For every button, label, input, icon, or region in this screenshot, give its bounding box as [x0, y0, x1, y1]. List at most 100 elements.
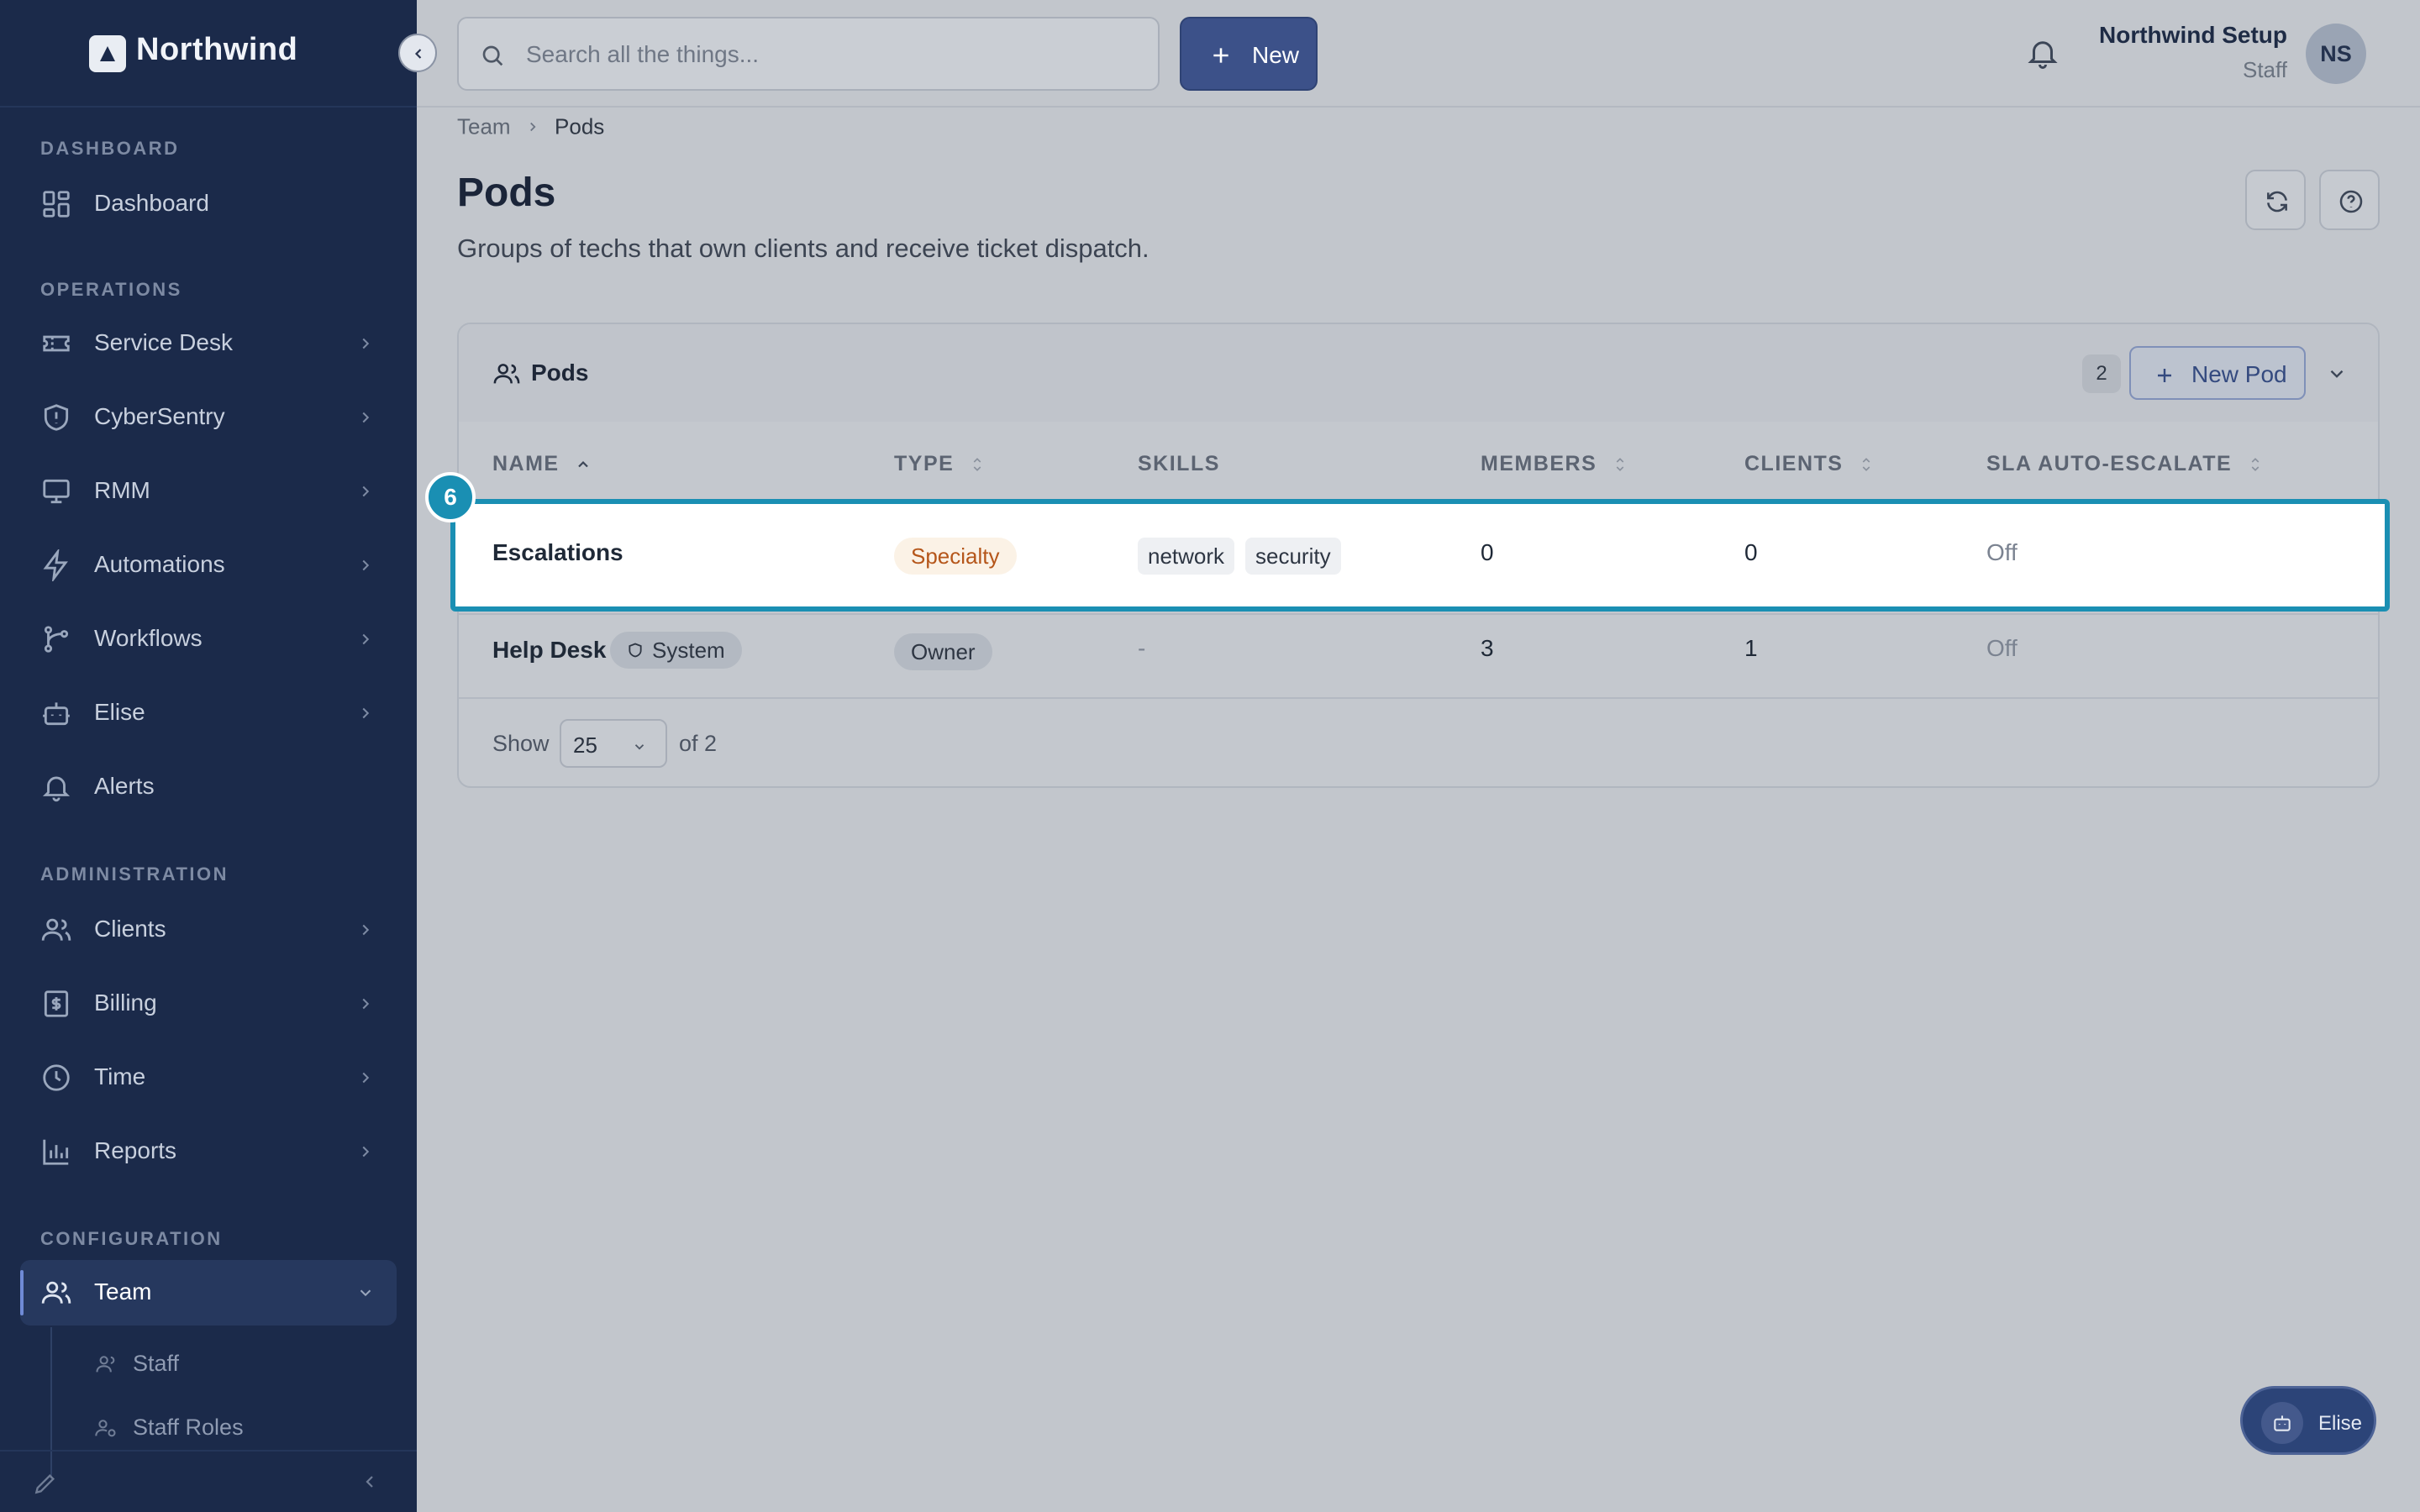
chevron-right-icon	[362, 633, 370, 645]
sort-icon	[1862, 458, 1870, 472]
bot-icon	[2274, 1415, 2291, 1431]
skill-tag: network	[1138, 538, 1235, 575]
new-pod-label: New Pod	[2191, 361, 2287, 387]
sidebar-item-time[interactable]: Time	[20, 1045, 397, 1110]
chevron-down-icon	[634, 744, 644, 750]
brand-logo-icon	[89, 35, 126, 72]
clock-icon	[43, 1064, 70, 1091]
chevron-down-icon[interactable]	[2326, 363, 2348, 385]
column-header-skills: SKILLS	[1138, 452, 1220, 476]
step-badge: 6	[425, 472, 476, 522]
column-header-label: NAME	[492, 452, 560, 475]
receipt-icon	[44, 990, 69, 1017]
help-button[interactable]	[2319, 170, 2380, 230]
sidebar-item-label: Dashboard	[94, 190, 209, 216]
breadcrumb-current: Pods	[555, 113, 605, 139]
elise-label: Elise	[2318, 1412, 2363, 1435]
chevron-right-icon	[529, 122, 536, 132]
skills-empty: -	[1138, 635, 1146, 661]
breadcrumb-link-team[interactable]: Team	[457, 114, 511, 139]
sidebar-collapse-button[interactable]	[398, 34, 437, 72]
sidebar-item-alerts[interactable]: Alerts	[20, 754, 397, 820]
chevron-right-icon	[362, 412, 370, 423]
sidebar-item-label: Service Desk	[94, 329, 233, 355]
chevron-right-icon	[362, 924, 370, 936]
sidebar-item-service-desk[interactable]: Service Desk	[20, 311, 397, 376]
pod-name[interactable]: Escalations	[492, 539, 623, 566]
pencil-icon[interactable]	[32, 1470, 59, 1497]
sidebar-subitem-label: Staff	[133, 1351, 180, 1376]
column-header-label: SKILLS	[1138, 452, 1220, 475]
monitor-icon	[43, 479, 70, 504]
pagination-total: of 2	[679, 731, 718, 756]
users-icon	[41, 1281, 71, 1304]
user-gear-icon	[95, 1420, 116, 1437]
users-icon	[41, 918, 71, 941]
column-header-clients[interactable]: CLIENTS	[1744, 452, 1874, 476]
members-count: 3	[1481, 635, 1494, 661]
page-size-label: Show	[492, 731, 550, 756]
chevron-right-icon	[362, 998, 370, 1010]
chevron-left-icon[interactable]	[360, 1472, 380, 1492]
sidebar-item-label: Clients	[94, 916, 166, 942]
sidebar-item-label: Elise	[94, 699, 145, 725]
sidebar: Northwind DASHBOARD Dashboard OPERATIONS…	[0, 0, 417, 1512]
column-header-type[interactable]: TYPE	[894, 452, 985, 476]
sidebar-item-label: Team	[94, 1278, 152, 1305]
user-name: Northwind Setup	[2099, 22, 2287, 48]
row-divider	[459, 697, 2378, 699]
chevron-right-icon	[362, 559, 370, 571]
help-circle-icon	[2339, 190, 2363, 213]
sla-auto-escalate-value: Off	[1986, 539, 2018, 565]
column-header-sla-auto-escalate[interactable]: SLA AUTO-ESCALATE	[1986, 452, 2263, 476]
sidebar-item-label: Reports	[94, 1137, 177, 1163]
sidebar-item-cybersentry[interactable]: CyberSentry	[20, 385, 397, 450]
skill-tag: security	[1245, 538, 1341, 575]
sidebar-item-workflows[interactable]: Workflows	[20, 606, 397, 672]
sidebar-item-label: Alerts	[94, 773, 155, 799]
sort-icon	[2251, 458, 2259, 472]
section-label-configuration: CONFIGURATION	[40, 1228, 223, 1249]
search-box[interactable]	[457, 17, 1160, 91]
sidebar-item-label: Automations	[94, 551, 225, 577]
bell-icon	[42, 776, 71, 802]
sidebar-item-billing[interactable]: Billing	[20, 971, 397, 1037]
sort-ascending-icon	[578, 461, 588, 468]
sidebar-item-elise[interactable]: Elise	[20, 680, 397, 746]
sidebar-item-label: Billing	[94, 990, 157, 1016]
shield-icon	[44, 404, 69, 431]
sidebar-item-dashboard[interactable]: Dashboard	[20, 171, 397, 237]
sidebar-item-clients[interactable]: Clients	[20, 897, 397, 963]
pods-card: Pods 2 New Pod NAME TYPE SKILLS MEMBERS …	[425, 323, 2390, 788]
system-badge: System	[610, 632, 742, 669]
sidebar-item-automations[interactable]: Automations	[20, 533, 397, 598]
notifications-bell-icon[interactable]	[2025, 35, 2060, 71]
search-input[interactable]	[526, 34, 1131, 76]
plus-icon	[2158, 369, 2171, 382]
new-button-label: New	[1252, 42, 1300, 68]
pod-name[interactable]: Help Desk	[492, 637, 606, 664]
sidebar-item-rmm[interactable]: RMM	[20, 459, 397, 524]
page-size-select[interactable]: 25	[560, 719, 667, 768]
dashboard-icon	[43, 191, 70, 218]
search-icon	[482, 45, 503, 66]
page-subtitle: Groups of techs that own clients and rec…	[457, 234, 1150, 263]
new-button[interactable]: New	[1180, 17, 1318, 91]
bar-chart-icon	[43, 1139, 69, 1165]
refresh-button[interactable]	[2245, 170, 2306, 230]
column-header-members[interactable]: MEMBERS	[1481, 452, 1628, 476]
column-header-name[interactable]: NAME	[492, 452, 592, 476]
sidebar-item-team[interactable]: Team	[20, 1260, 397, 1326]
sidebar-footer	[0, 1450, 417, 1512]
new-pod-button[interactable]: New Pod	[2129, 346, 2306, 400]
card-header: Pods 2 New Pod	[459, 324, 2378, 422]
brand-name: Northwind	[136, 32, 298, 67]
chevron-right-icon	[362, 1072, 370, 1084]
avatar[interactable]: NS	[2306, 24, 2366, 84]
table-row-highlighted[interactable]	[450, 499, 2390, 612]
elise-assistant-button[interactable]: Elise	[2240, 1386, 2376, 1455]
sidebar-item-reports[interactable]: Reports	[20, 1119, 397, 1184]
sidebar-item-label: Time	[94, 1063, 146, 1089]
column-header-label: MEMBERS	[1481, 452, 1597, 475]
page-size-value: 25	[573, 732, 597, 758]
